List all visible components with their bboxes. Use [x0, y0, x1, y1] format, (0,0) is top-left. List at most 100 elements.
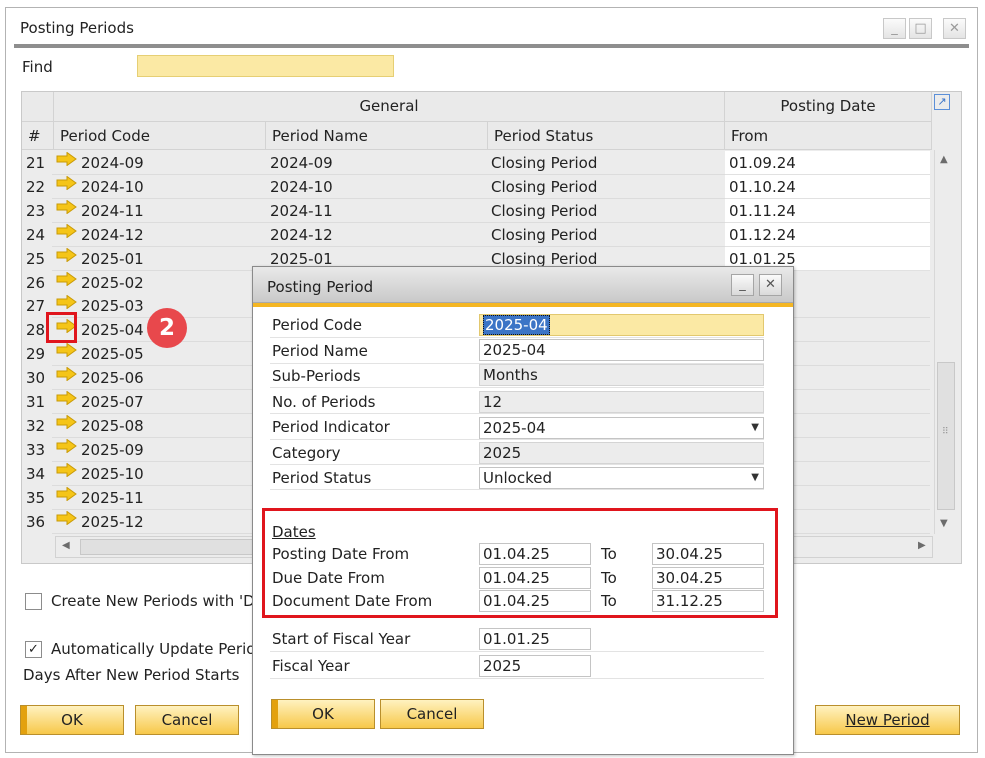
- cancel-button[interactable]: Cancel: [135, 705, 239, 735]
- period-code-cell[interactable]: 2024-11: [81, 202, 144, 220]
- period-code-cell[interactable]: 2025-11: [81, 489, 144, 507]
- period-code-cell[interactable]: 2025-02: [81, 274, 144, 292]
- period-name-cell[interactable]: 2024-12: [270, 226, 333, 244]
- period-name-cell[interactable]: 2025-01: [270, 250, 333, 268]
- scroll-up-icon[interactable]: ▲: [940, 154, 948, 165]
- link-arrow-icon[interactable]: [56, 151, 78, 167]
- period-code-cell[interactable]: 2025-08: [81, 417, 144, 435]
- period-code-cell[interactable]: 2024-12: [81, 226, 144, 244]
- period-status-select[interactable]: Unlocked ▼: [479, 467, 764, 489]
- fiscal-year-input[interactable]: 2025: [479, 655, 591, 677]
- highlight-dates-section: [262, 508, 778, 618]
- header-period-name[interactable]: Period Name: [266, 122, 488, 150]
- dialog-cancel-button[interactable]: Cancel: [380, 699, 484, 729]
- link-arrow-icon[interactable]: [56, 271, 78, 286]
- field-divider: [270, 413, 764, 414]
- period-code-cell[interactable]: 2025-03: [81, 297, 144, 315]
- start-fiscal-year-label: Start of Fiscal Year: [272, 630, 411, 648]
- dialog-ok-button[interactable]: OK: [271, 699, 375, 729]
- table-row[interactable]: 24 2024-12 2024-12 Closing Period 01.12.24: [22, 222, 930, 247]
- period-code-input[interactable]: 2025-04: [479, 314, 764, 336]
- period-indicator-select[interactable]: 2025-04 ▼: [479, 417, 764, 439]
- link-arrow-icon[interactable]: [56, 462, 78, 478]
- scroll-right-icon[interactable]: ▶: [918, 540, 926, 551]
- link-arrow-icon[interactable]: [56, 510, 78, 525]
- from-date-cell[interactable]: 01.10.24: [725, 174, 930, 199]
- period-indicator-label: Period Indicator: [272, 418, 390, 436]
- ok-button[interactable]: OK: [20, 705, 124, 735]
- period-name-cell[interactable]: 2024-10: [270, 178, 333, 196]
- period-code-cell[interactable]: 2025-09: [81, 441, 144, 459]
- expand-icon[interactable]: ↗: [934, 94, 950, 110]
- vertical-scroll-thumb[interactable]: ⠿: [937, 362, 955, 510]
- link-arrow-icon[interactable]: [56, 294, 78, 310]
- button-accent: [272, 700, 278, 728]
- close-button[interactable]: ✕: [943, 18, 966, 39]
- no-of-periods-field: 12: [479, 391, 764, 413]
- period-status-cell[interactable]: Closing Period: [491, 178, 597, 196]
- link-arrow-icon[interactable]: [56, 199, 78, 215]
- grip-icon: ⠿: [942, 427, 949, 437]
- cancel-label: Cancel: [161, 711, 213, 729]
- link-arrow-icon[interactable]: [56, 247, 78, 263]
- link-arrow-icon[interactable]: [56, 366, 78, 382]
- header-num[interactable]: #: [22, 122, 54, 150]
- header-from[interactable]: From: [725, 122, 932, 150]
- period-code-cell[interactable]: 2024-10: [81, 178, 144, 196]
- header-period-code[interactable]: Period Code: [54, 122, 266, 150]
- new-period-button[interactable]: New Period: [815, 705, 960, 735]
- link-arrow-icon[interactable]: [56, 414, 78, 430]
- table-row[interactable]: 22 2024-10 2024-10 Closing Period 01.10.24: [22, 174, 930, 199]
- period-code-cell[interactable]: 2025-04: [81, 321, 144, 339]
- dropdown-arrow-icon: ▼: [751, 472, 759, 483]
- link-arrow-icon[interactable]: [56, 342, 78, 358]
- period-code-cell[interactable]: 2025-10: [81, 465, 144, 483]
- link-arrow-icon[interactable]: [56, 175, 78, 191]
- auto-update-checkbox[interactable]: ✓: [25, 641, 42, 658]
- period-status-cell[interactable]: Closing Period: [491, 202, 597, 220]
- auto-update-label: Automatically Update Period: [51, 640, 265, 658]
- from-date-cell[interactable]: 01.09.24: [725, 151, 930, 175]
- field-divider: [270, 651, 764, 652]
- table-row[interactable]: 23 2024-11 2024-11 Closing Period 01.11.24: [22, 198, 930, 223]
- period-code-cell[interactable]: 2025-01: [81, 250, 144, 268]
- link-arrow-icon[interactable]: [56, 438, 78, 454]
- period-status-cell[interactable]: Closing Period: [491, 226, 597, 244]
- row-number: 26: [26, 273, 46, 292]
- create-new-periods-label: Create New Periods with 'D: [51, 592, 255, 610]
- row-number: 35: [26, 488, 46, 507]
- start-fiscal-year-input[interactable]: 01.01.25: [479, 628, 591, 650]
- scroll-left-icon[interactable]: ◀: [62, 540, 70, 551]
- row-number: 21: [26, 154, 46, 172]
- create-new-periods-checkbox[interactable]: [25, 593, 42, 610]
- table-row[interactable]: 21 2024-09 2024-09 Closing Period 01.09.24: [22, 151, 930, 175]
- vertical-scrollbar[interactable]: ▲ ⠿ ▼: [934, 150, 956, 534]
- horizontal-scroll-thumb[interactable]: [80, 539, 256, 555]
- period-name-cell[interactable]: 2024-11: [270, 202, 333, 220]
- period-code-cell[interactable]: 2025-12: [81, 513, 144, 531]
- maximize-button[interactable]: □: [909, 18, 932, 39]
- link-arrow-icon[interactable]: [56, 223, 78, 239]
- scroll-down-icon[interactable]: ▼: [940, 518, 948, 529]
- link-arrow-icon[interactable]: [56, 486, 78, 502]
- from-date-cell[interactable]: 01.11.24: [725, 198, 930, 223]
- find-input[interactable]: [137, 55, 394, 77]
- period-code-cell[interactable]: 2025-06: [81, 369, 144, 387]
- period-status-cell[interactable]: Closing Period: [491, 154, 597, 172]
- period-code-cell[interactable]: 2025-07: [81, 393, 144, 411]
- period-name-cell[interactable]: 2024-09: [270, 154, 333, 172]
- dialog-close-button[interactable]: ✕: [759, 274, 782, 296]
- period-status-cell[interactable]: Closing Period: [491, 250, 597, 268]
- minimize-button[interactable]: _: [883, 18, 906, 39]
- period-name-input[interactable]: 2025-04: [479, 339, 764, 361]
- no-of-periods-label: No. of Periods: [272, 393, 376, 411]
- period-code-cell[interactable]: 2025-05: [81, 345, 144, 363]
- period-code-label: Period Code: [272, 316, 362, 334]
- header-period-status[interactable]: Period Status: [488, 122, 725, 150]
- from-date-cell[interactable]: 01.12.24: [725, 222, 930, 247]
- dialog-minimize-button[interactable]: _: [731, 274, 754, 296]
- header-group-posting-date: Posting Date: [725, 92, 932, 122]
- period-code-cell[interactable]: 2024-09: [81, 154, 144, 172]
- sub-periods-label: Sub-Periods: [272, 367, 361, 385]
- link-arrow-icon[interactable]: [56, 390, 78, 406]
